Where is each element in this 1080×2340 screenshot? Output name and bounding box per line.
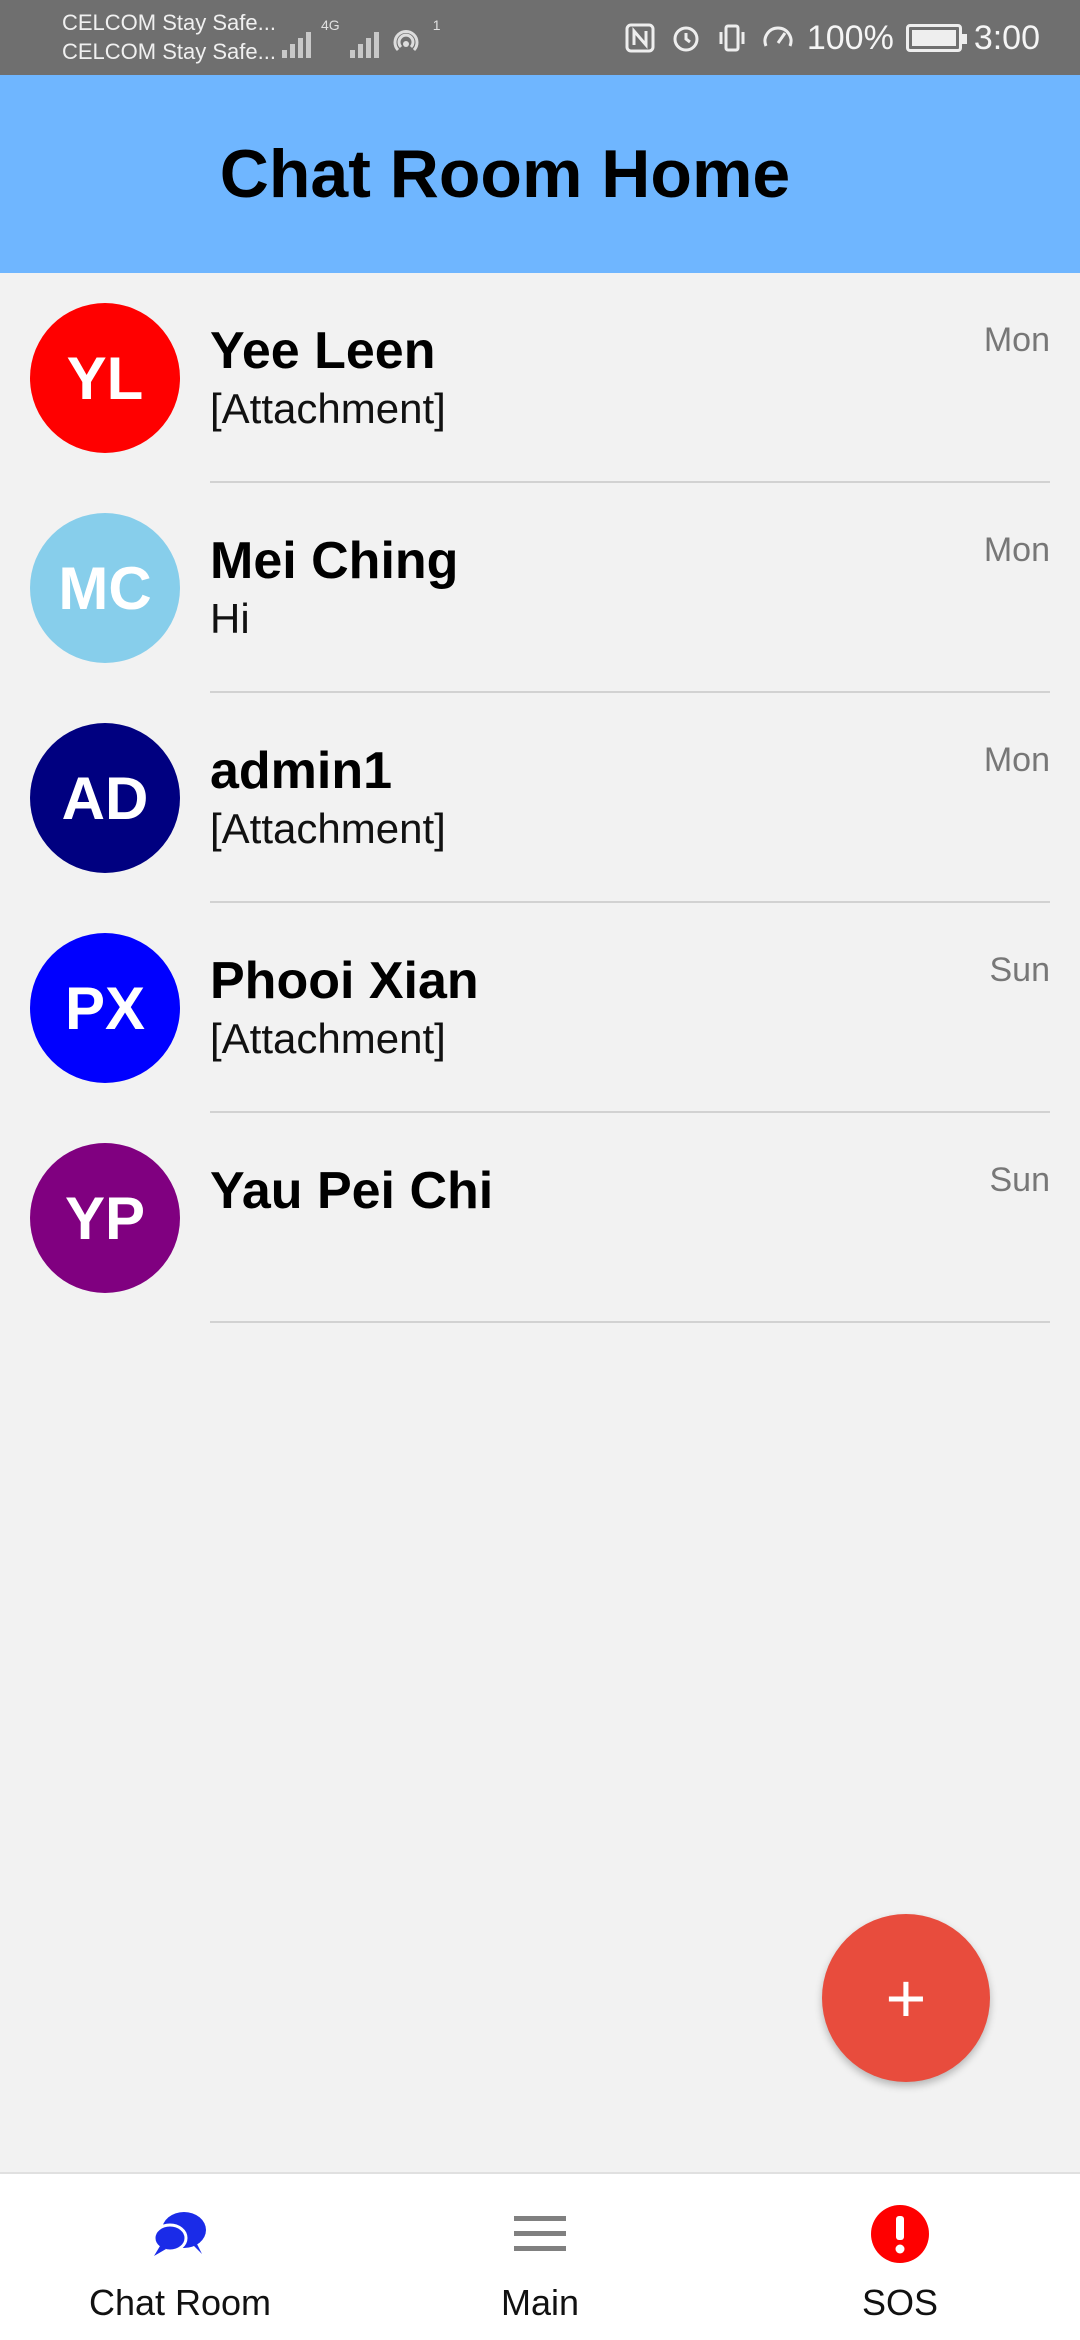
nav-sos[interactable]: SOS — [720, 2174, 1080, 2340]
chat-name: Phooi Xian — [210, 952, 479, 1010]
carrier-1: CELCOM Stay Safe... — [62, 10, 276, 35]
hotspot-count: 1 — [432, 17, 441, 33]
avatar: YL — [30, 303, 180, 453]
avatar: AD — [30, 723, 180, 873]
signal-strength-icon — [282, 28, 311, 58]
chat-time: Sun — [989, 1161, 1051, 1199]
battery-percent: 100% — [806, 18, 894, 57]
chat-name: admin1 — [210, 742, 393, 800]
chat-list: YL Yee Leen [Attachment] Mon MC Mei Ching Hi Mo… — [0, 273, 1080, 1323]
app-header: Chat Room Home — [0, 75, 1080, 273]
nfc-icon — [625, 23, 655, 53]
chat-list-item[interactable]: MC Mei Ching Hi Mon — [0, 483, 1080, 693]
avatar-initials: MC — [58, 554, 152, 622]
chat-list-item[interactable]: PX Phooi Xian [Attachment] Sun — [0, 903, 1080, 1113]
status-right: 100% 3:00 — [623, 14, 1040, 62]
chat-list-item[interactable]: YL Yee Leen [Attachment] Mon — [0, 273, 1080, 483]
vibrate-icon — [719, 24, 745, 52]
avatar: PX — [30, 933, 180, 1083]
bottom-nav: Chat Room Main SOS — [0, 2172, 1080, 2340]
chat-preview: Hi — [210, 595, 250, 642]
chat-bubbles-icon — [148, 2202, 212, 2266]
chat-time: Mon — [983, 321, 1050, 359]
status-bar: CELCOM Stay Safe... CELCOM Stay Safe... … — [0, 0, 1080, 75]
battery-icon — [905, 24, 967, 52]
avatar-initials: AD — [61, 764, 149, 832]
avatar-initials: YL — [66, 344, 144, 412]
signal-strength-2-icon — [349, 28, 379, 58]
chat-preview: [Attachment] — [210, 385, 446, 432]
page-title: Chat Room Home — [219, 136, 791, 212]
nav-chat-room[interactable]: Chat Room — [0, 2174, 360, 2340]
avatar: YP — [30, 1143, 180, 1293]
alarm-icon — [673, 26, 699, 52]
speedometer-icon — [763, 26, 793, 47]
hotspot-icon — [393, 30, 419, 52]
plus-icon: + — [885, 1959, 927, 2037]
signal-icons: 4G 1 — [282, 18, 440, 58]
chat-time: Mon — [983, 531, 1050, 569]
chat-preview: [Attachment] — [210, 1015, 446, 1062]
network-type: 4G — [321, 17, 340, 33]
nav-label-chat-room: Chat Room — [88, 2282, 272, 2323]
carrier-info: CELCOM Stay Safe... CELCOM Stay Safe... — [62, 8, 276, 66]
divider — [210, 1321, 1050, 1323]
chat-time: Mon — [983, 741, 1050, 779]
nav-main[interactable]: Main — [360, 2174, 720, 2340]
menu-icon — [508, 2202, 572, 2266]
avatar-initials: YP — [64, 1184, 146, 1252]
chat-list-item[interactable]: YP Yau Pei Chi Sun — [0, 1113, 1080, 1323]
chat-list-item[interactable]: AD admin1 [Attachment] Mon — [0, 693, 1080, 903]
carrier-2: CELCOM Stay Safe... — [62, 39, 276, 64]
clock: 3:00 — [973, 18, 1040, 57]
add-chat-button[interactable]: + — [822, 1914, 990, 2082]
avatar-initials: PX — [64, 974, 146, 1042]
avatar: MC — [30, 513, 180, 663]
chat-name: Yau Pei Chi — [210, 1162, 494, 1220]
alert-icon — [868, 2202, 932, 2266]
chat-preview: [Attachment] — [210, 805, 446, 852]
nav-label-sos: SOS — [861, 2282, 939, 2323]
chat-name: Mei Ching — [210, 532, 459, 590]
chat-time: Sun — [989, 951, 1051, 989]
nav-label-main: Main — [500, 2282, 580, 2323]
chat-name: Yee Leen — [210, 322, 436, 380]
